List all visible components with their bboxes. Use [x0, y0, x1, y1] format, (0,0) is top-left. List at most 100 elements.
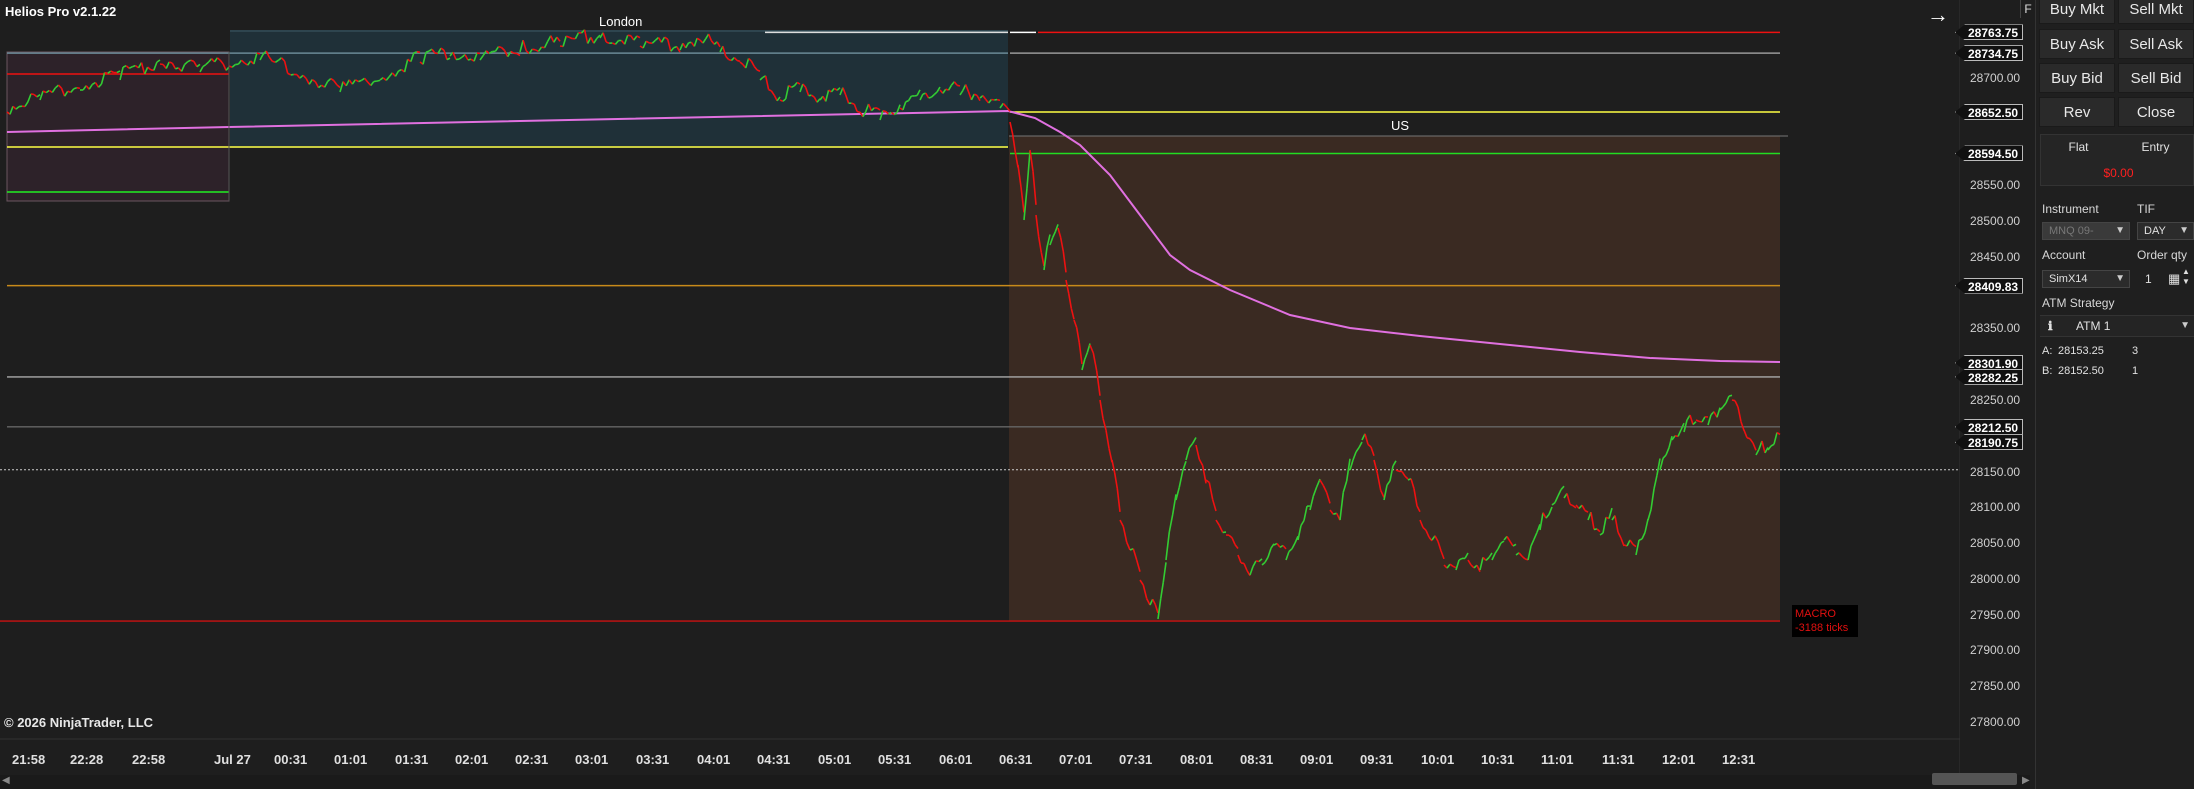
- scroll-right-icon[interactable]: ▶: [2022, 775, 2030, 786]
- price-bar: [159, 63, 164, 66]
- price-bar: [1240, 562, 1245, 565]
- price-bar: [30, 93, 35, 96]
- chevron-down-icon: ▼: [2180, 320, 2190, 331]
- price-bar: [256, 52, 261, 55]
- time-axis-label: 09:01: [1300, 752, 1334, 767]
- position-status: Flat: [2068, 140, 2089, 154]
- time-axis-label: 12:01: [1662, 752, 1696, 767]
- sell-bid-button[interactable]: Sell Bid: [2118, 63, 2194, 93]
- instrument-select[interactable]: MNQ 09- ▼: [2042, 222, 2130, 240]
- time-axis-label: 06:01: [939, 752, 973, 767]
- atm-strategy-value: ATM 1: [2076, 319, 2111, 333]
- price-bar: [190, 59, 195, 63]
- price-bar: [76, 86, 81, 90]
- price-bar: [1728, 394, 1733, 397]
- macro-zone: [1009, 136, 1780, 621]
- price-bar: [996, 98, 1001, 102]
- price-tag: 28282.25: [1955, 368, 2024, 385]
- sell-ask-button[interactable]: Sell Ask: [2118, 29, 2194, 59]
- time-axis-label: 21:58: [12, 752, 46, 767]
- price-bar: [425, 50, 430, 54]
- session-label-london: London: [599, 14, 643, 29]
- chevron-down-icon: ▼: [2115, 225, 2125, 236]
- entry-label: Entry: [2141, 140, 2170, 154]
- price-tag: 28190.75: [1955, 434, 2024, 451]
- time-axis-label: 07:01: [1059, 752, 1093, 767]
- time-axis-label: 05:01: [818, 752, 852, 767]
- macro-label: MACRO: [1795, 608, 1836, 620]
- info-icon[interactable]: ℹ: [2048, 319, 2053, 333]
- price-axis-label: 28050.00: [1970, 536, 2021, 551]
- scroll-left-icon[interactable]: ◀: [2, 775, 10, 786]
- instrument-label: Instrument: [2042, 202, 2099, 216]
- time-axis-label: 08:01: [1180, 752, 1214, 767]
- time-axis-label: 10:01: [1421, 752, 1455, 767]
- app-title: Helios Pro v2.1.22: [5, 4, 117, 19]
- buy-mkt-button[interactable]: Buy Mkt: [2039, 0, 2115, 24]
- price-axis-label: 27800.00: [1970, 715, 2021, 729]
- ask-label: A:: [2042, 345, 2053, 357]
- price-bar: [565, 35, 570, 39]
- price-bar: [290, 73, 294, 76]
- bid-price: 28152.50: [2058, 365, 2104, 377]
- pnl-value: $0.00: [2103, 166, 2134, 180]
- chevron-down-icon: ▼: [2115, 273, 2125, 284]
- time-axis-label: 07:31: [1119, 752, 1153, 767]
- price-axis-label: 27900.00: [1970, 643, 2021, 658]
- price-axis-label: 28150.00: [1970, 464, 2021, 479]
- price-tag: 28301.90: [1955, 354, 2024, 371]
- price-bar: [376, 79, 381, 82]
- close-button[interactable]: Close: [2118, 97, 2194, 127]
- time-axis-label: 03:01: [575, 752, 609, 767]
- spinner-icon[interactable]: ▲ ▼: [2182, 267, 2190, 287]
- price-bar: [808, 94, 812, 97]
- time-axis-label: 06:31: [999, 752, 1033, 767]
- tif-label: TIF: [2137, 202, 2155, 216]
- price-bar: [272, 60, 276, 64]
- sell-mkt-button[interactable]: Sell Mkt: [2118, 0, 2194, 24]
- price-bar: [605, 41, 610, 44]
- time-axis-label: 22:28: [70, 752, 104, 767]
- price-bar: [1009, 121, 1014, 135]
- account-label: Account: [2042, 248, 2086, 262]
- panel-f-button[interactable]: F: [2020, 0, 2035, 18]
- price-axis-label: 27850.00: [1970, 679, 2021, 694]
- price-tag: 28212.50: [1955, 418, 2024, 435]
- tif-select[interactable]: DAY ▼: [2137, 222, 2194, 240]
- price-axis-label: 27950.00: [1970, 607, 2021, 622]
- order-qty-input[interactable]: 1 ▦ ▲ ▼: [2139, 267, 2194, 288]
- price-bar: [358, 79, 362, 83]
- price-axis-label: 28000.00: [1970, 571, 2021, 586]
- buy-bid-button[interactable]: Buy Bid: [2039, 63, 2115, 93]
- chart-area[interactable]: [0, 0, 1960, 789]
- copyright-text: © 2026 NinjaTrader, LLC: [4, 715, 154, 730]
- price-bar: [73, 86, 78, 90]
- buy-ask-button[interactable]: Buy Ask: [2039, 29, 2115, 59]
- horizontal-scrollbar-thumb[interactable]: [1932, 773, 2017, 785]
- order-qty-label: Order qty: [2137, 248, 2188, 262]
- chevron-down-icon: ▼: [2179, 225, 2189, 236]
- price-axis-label: 28450.00: [1970, 249, 2021, 264]
- instrument-select-value: MNQ 09-: [2049, 225, 2094, 237]
- atm-strategy-label: ATM Strategy: [2042, 296, 2115, 310]
- tif-select-value: DAY: [2144, 225, 2166, 237]
- arrow-right-icon[interactable]: →: [1926, 4, 1950, 26]
- price-axis-label: 28100.00: [1970, 500, 2021, 515]
- time-axis-label: 12:31: [1722, 752, 1756, 767]
- ask-price: 28153.25: [2058, 345, 2104, 357]
- price-axis-label: 28550.00: [1970, 178, 2021, 193]
- price-chart[interactable]: [0, 0, 1960, 789]
- calculator-icon[interactable]: ▦: [2168, 270, 2180, 288]
- atm-strategy-select[interactable]: ℹ ATM 1 ▼: [2040, 315, 2194, 337]
- price-tag: 28763.75: [1955, 24, 2024, 41]
- time-axis-label: 22:58: [132, 752, 166, 767]
- horizontal-scrollbar-track[interactable]: [0, 775, 2030, 789]
- bid-label: B:: [2042, 365, 2053, 377]
- price-bar: [132, 64, 136, 68]
- reverse-button[interactable]: Rev: [2039, 97, 2115, 127]
- london-session-zone: [230, 30, 1008, 148]
- order-qty-value: 1: [2145, 272, 2152, 286]
- price-bar: [1638, 538, 1643, 541]
- time-axis-label: 01:31: [395, 752, 429, 767]
- account-select[interactable]: SimX14 ▼: [2042, 270, 2130, 288]
